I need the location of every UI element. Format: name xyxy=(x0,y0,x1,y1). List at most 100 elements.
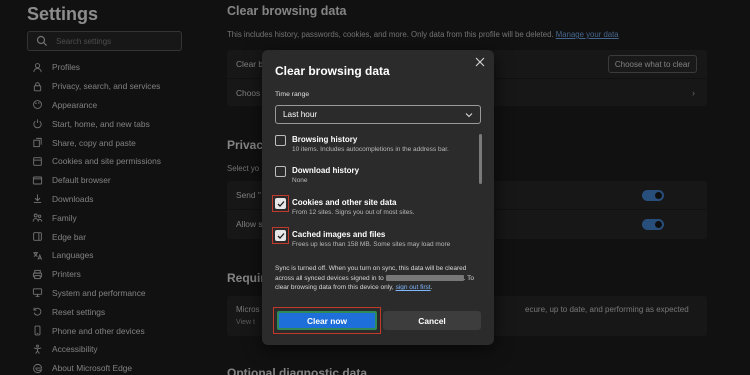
choose-what-to-clear-button[interactable]: Choose what to clear xyxy=(607,55,697,73)
view-label: View t xyxy=(236,319,255,326)
sign-out-first-link[interactable]: sign out first xyxy=(396,284,431,291)
sidebar-item-profiles[interactable]: Profiles xyxy=(31,58,161,77)
settings-sidebar: Settings Profiles Privacy, search, and s… xyxy=(0,0,196,375)
power-icon xyxy=(31,118,43,130)
time-range-value: Last hour xyxy=(283,110,318,119)
option-subtitle: 10 items. Includes autocompletions in th… xyxy=(292,146,449,153)
secure-text: ecure, up to date, and performing as exp… xyxy=(525,305,689,314)
option-title: Cached images and files xyxy=(292,230,386,239)
optional-section-title: Optional diagnostic data xyxy=(227,366,368,375)
sidebar-item-label: Start, home, and new tabs xyxy=(52,118,150,129)
sidebar-item-label: Family xyxy=(52,212,77,223)
row-label: Allow s xyxy=(236,218,263,229)
sidebar-item-about-edge[interactable]: About Microsoft Edge xyxy=(31,359,161,375)
row-label: Send " xyxy=(236,190,261,200)
option-subtitle: Frees up less than 158 MB. Some sites ma… xyxy=(292,241,451,248)
chevron-right-icon: › xyxy=(692,88,695,98)
sync-notice: Sync is turned off. When you turn on syn… xyxy=(275,265,474,291)
sidebar-item-label: Appearance xyxy=(52,99,98,110)
sidebar-item-label: Share, copy and paste xyxy=(52,137,136,148)
sidebar-item-label: Languages xyxy=(52,250,94,261)
browser-icon xyxy=(31,174,43,186)
download-icon xyxy=(31,193,43,205)
dialog-title: Clear browsing data xyxy=(275,64,390,78)
search-settings-box[interactable] xyxy=(27,31,182,51)
sidebar-item-accessibility[interactable]: Accessibility xyxy=(31,340,161,359)
sidebar-item-cookies[interactable]: Cookies and site permissions xyxy=(31,152,161,171)
sidebar-item-label: Downloads xyxy=(52,193,94,204)
highlight-box xyxy=(272,195,289,212)
cancel-button[interactable]: Cancel xyxy=(383,311,481,330)
page-description: This includes history, passwords, cookie… xyxy=(227,30,619,39)
clear-browsing-data-dialog: Clear browsing data Time range Last hour… xyxy=(262,50,494,345)
edge-icon xyxy=(31,362,43,374)
sidebar-item-default-browser[interactable]: Default browser xyxy=(31,171,161,190)
sidebar-item-appearance[interactable]: Appearance xyxy=(31,96,161,115)
row-label: Clear b xyxy=(236,59,263,69)
family-icon xyxy=(31,212,43,224)
accessibility-icon xyxy=(31,343,43,355)
sidebar-item-label: Edge bar xyxy=(52,231,86,242)
printer-icon xyxy=(31,268,43,280)
send-toggle[interactable] xyxy=(642,190,664,201)
sidebar-item-printers[interactable]: Printers xyxy=(31,265,161,284)
required-section-title: Requir xyxy=(227,271,266,285)
settings-title: Settings xyxy=(27,4,99,24)
sidebar-item-share-copy[interactable]: Share, copy and paste xyxy=(31,133,161,152)
redacted-email xyxy=(385,274,464,281)
sidebar-item-privacy[interactable]: Privacy, search, and services xyxy=(31,77,161,96)
option-subtitle: From 12 sites. Signs you out of most sit… xyxy=(292,209,415,216)
row-label: Choos xyxy=(236,87,261,98)
download-history-checkbox[interactable] xyxy=(275,166,286,177)
option-title: Browsing history xyxy=(292,135,358,144)
profile-icon xyxy=(31,61,43,73)
sidebar-item-label: System and performance xyxy=(52,287,146,298)
share-icon xyxy=(31,137,43,149)
sidebar-nav: Profiles Privacy, search, and services A… xyxy=(31,58,161,375)
time-range-label: Time range xyxy=(275,91,310,98)
lock-icon xyxy=(31,80,43,92)
system-icon xyxy=(31,287,43,299)
close-icon[interactable] xyxy=(474,56,486,68)
sidebar-item-label: Printers xyxy=(52,269,81,280)
privacy-subtext: Select yo xyxy=(227,164,260,173)
sidebar-item-edge-bar[interactable]: Edge bar xyxy=(31,227,161,246)
microsoft-label: Micros xyxy=(236,305,260,314)
sidebar-item-label: About Microsoft Edge xyxy=(52,363,133,374)
allow-toggle[interactable] xyxy=(642,219,664,230)
sidebar-item-label: Profiles xyxy=(52,62,80,73)
phone-icon xyxy=(31,325,43,337)
reset-icon xyxy=(31,306,43,318)
sidebar-item-label: Default browser xyxy=(52,175,111,186)
option-subtitle: None xyxy=(292,177,308,184)
option-title: Download history xyxy=(292,166,360,175)
search-settings-input[interactable] xyxy=(56,36,176,46)
sidebar-item-label: Phone and other devices xyxy=(52,325,145,336)
sidebar-item-system-performance[interactable]: System and performance xyxy=(31,284,161,303)
option-title: Cookies and other site data xyxy=(292,198,397,207)
highlight-box xyxy=(272,227,289,244)
clear-now-button[interactable]: Clear now xyxy=(277,311,377,330)
sidebar-item-label: Accessibility xyxy=(52,344,98,355)
browsing-history-checkbox[interactable] xyxy=(275,135,286,146)
sidebar-item-label: Privacy, search, and services xyxy=(52,81,161,92)
chevron-down-icon xyxy=(465,113,473,118)
sidebar-item-label: Cookies and site permissions xyxy=(52,156,161,167)
manage-data-link[interactable]: Manage your data xyxy=(556,30,619,39)
options-scrollbar[interactable] xyxy=(479,134,482,184)
sidebar-item-downloads[interactable]: Downloads xyxy=(31,190,161,209)
edge-bar-icon xyxy=(31,231,43,243)
languages-icon xyxy=(31,249,43,261)
sidebar-item-languages[interactable]: Languages xyxy=(31,246,161,265)
sidebar-item-phone-devices[interactable]: Phone and other devices xyxy=(31,321,161,340)
time-range-dropdown[interactable]: Last hour xyxy=(275,105,481,124)
sidebar-item-reset-settings[interactable]: Reset settings xyxy=(31,302,161,321)
sidebar-item-family[interactable]: Family xyxy=(31,208,161,227)
description-text: This includes history, passwords, cookie… xyxy=(227,30,554,39)
sidebar-item-label: Reset settings xyxy=(52,306,106,317)
cookie-icon xyxy=(31,155,43,167)
appearance-icon xyxy=(31,99,43,111)
page-title: Clear browsing data xyxy=(227,4,347,18)
search-icon xyxy=(36,35,48,47)
sidebar-item-start-home[interactable]: Start, home, and new tabs xyxy=(31,114,161,133)
